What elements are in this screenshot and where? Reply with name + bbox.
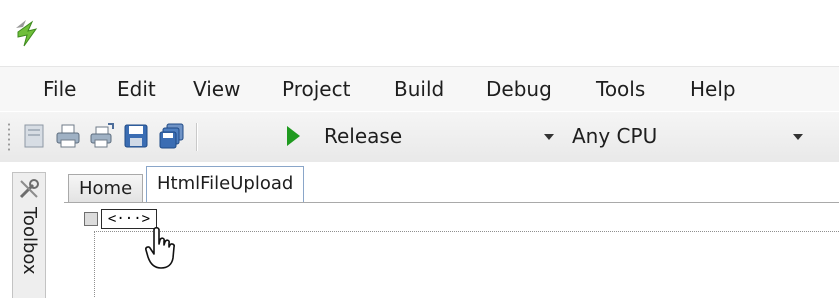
page-icon[interactable] bbox=[20, 122, 48, 150]
collapse-toggle[interactable] bbox=[84, 212, 98, 226]
platform-value: Any CPU bbox=[572, 124, 658, 148]
solution-platform-combo[interactable]: Any CPU bbox=[566, 120, 810, 152]
configuration-value: Release bbox=[324, 124, 403, 148]
hand-cursor-icon bbox=[145, 226, 175, 269]
menu-tools[interactable]: Tools bbox=[596, 77, 645, 101]
menu-edit[interactable]: Edit bbox=[117, 77, 156, 101]
save-all-icon[interactable] bbox=[158, 122, 186, 150]
toolbox-tab[interactable]: Toolbox bbox=[12, 172, 46, 298]
tools-icon bbox=[19, 179, 39, 199]
toolbar-separator bbox=[196, 123, 197, 151]
menu-build[interactable]: Build bbox=[394, 77, 444, 101]
menu-project[interactable]: Project bbox=[282, 77, 350, 101]
solution-configuration-combo[interactable]: Release bbox=[318, 120, 560, 152]
print-preview-icon[interactable] bbox=[88, 122, 116, 150]
print-icon[interactable] bbox=[54, 122, 82, 150]
menu-help[interactable]: Help bbox=[690, 77, 736, 101]
tab-home[interactable]: Home bbox=[68, 174, 144, 202]
menu-debug[interactable]: Debug bbox=[486, 77, 552, 101]
document-tabs: Home HtmlFileUpload bbox=[64, 166, 839, 203]
toolbar-grip[interactable] bbox=[7, 122, 11, 152]
chevron-down-icon[interactable] bbox=[793, 134, 803, 140]
body-region[interactable] bbox=[94, 231, 839, 297]
toolbox-label: Toolbox bbox=[19, 207, 40, 275]
title-bar bbox=[0, 0, 839, 66]
menu-view[interactable]: View bbox=[193, 77, 240, 101]
designer-surface[interactable]: <···> bbox=[64, 203, 839, 297]
chevron-down-icon[interactable] bbox=[544, 134, 554, 140]
save-icon[interactable] bbox=[122, 122, 150, 150]
standard-toolbar: Release Any CPU bbox=[0, 111, 839, 163]
menu-file[interactable]: File bbox=[43, 77, 76, 101]
tab-htmlfileupload[interactable]: HtmlFileUpload bbox=[146, 166, 305, 203]
app-logo-icon bbox=[16, 20, 38, 47]
menu-bar: File Edit View Project Build Debug Tools… bbox=[0, 66, 839, 112]
start-debug-icon[interactable] bbox=[287, 126, 300, 146]
